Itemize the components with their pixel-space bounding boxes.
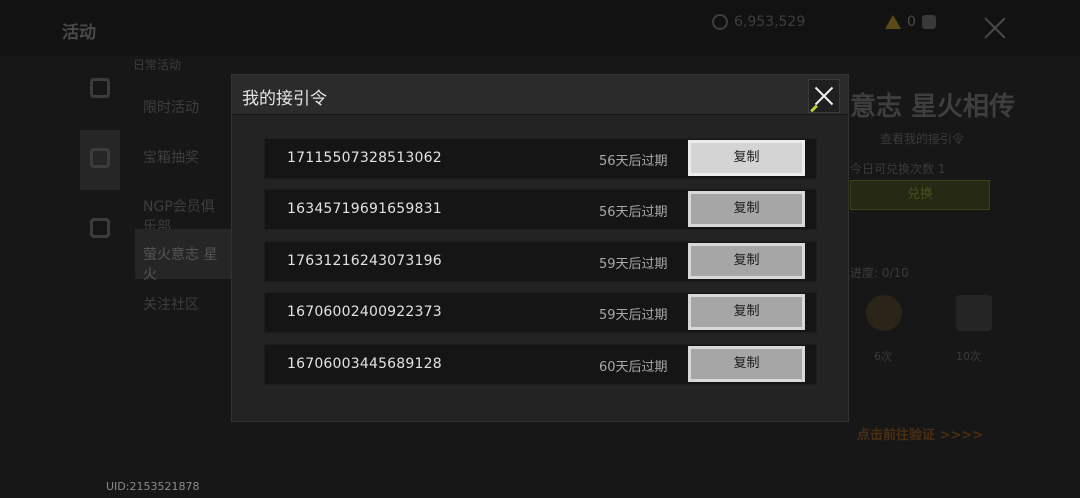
currency-display: 6,953,529: [712, 14, 805, 30]
view-codes-link[interactable]: 查看我的接引令: [880, 130, 964, 147]
sidebar-tab-triangle[interactable]: [80, 200, 120, 260]
reward-box-icon: [956, 295, 992, 331]
copy-button[interactable]: 复制: [688, 294, 805, 330]
sidebar-tab-badge[interactable]: [80, 60, 120, 120]
warning-icon: [885, 15, 901, 29]
code-row: 17631216243073196 59天后过期 复制: [264, 241, 817, 282]
code-row: 16706003445689128 60天后过期 复制: [264, 344, 817, 385]
banner-title: 意志 星火相传: [850, 92, 1016, 122]
expiry-text: 59天后过期: [599, 257, 668, 272]
menu-item[interactable]: NGP会员俱乐部: [135, 181, 235, 235]
page-close-icon[interactable]: [983, 16, 1007, 40]
gift-icon: [90, 148, 110, 168]
expiry-text: 60天后过期: [599, 360, 668, 375]
code-value: 16706002400922373: [287, 304, 442, 320]
uid-text: UID:2153521878: [106, 480, 200, 493]
verify-link[interactable]: 点击前往验证 >>>>: [857, 424, 983, 443]
dialog-title: 我的接引令: [242, 89, 327, 109]
add-icon[interactable]: [921, 15, 936, 29]
code-value: 17115507328513062: [287, 150, 442, 166]
menu-item[interactable]: 宝箱抽奖: [135, 132, 235, 182]
copy-button[interactable]: 复制: [688, 243, 805, 279]
section-label: 日常活动: [133, 58, 182, 72]
code-row: 16706002400922373 59天后过期 复制: [264, 292, 817, 333]
codes-dialog: 我的接引令 17115507328513062 56天后过期 复制 163457…: [231, 74, 849, 422]
menu-item[interactable]: 关注社区: [135, 279, 235, 329]
warning-count: 0: [907, 14, 916, 30]
code-value: 16345719691659831: [287, 201, 442, 217]
code-row: 16345719691659831 56天后过期 复制: [264, 189, 817, 230]
close-icon[interactable]: [808, 79, 840, 113]
menu-item[interactable]: 限时活动: [135, 82, 235, 132]
warning-display: 0: [885, 14, 936, 30]
expiry-text: 56天后过期: [599, 205, 668, 220]
currency-value: 6,953,529: [734, 14, 806, 30]
expiry-text: 56天后过期: [599, 154, 668, 169]
copy-button[interactable]: 复制: [688, 346, 805, 382]
triangle-icon: [90, 218, 110, 238]
redeem-button[interactable]: 兑换: [850, 180, 990, 210]
sidebar-tab-gift[interactable]: [80, 130, 120, 190]
code-row: 17115507328513062 56天后过期 复制: [264, 138, 817, 179]
progress-text: 进度: 0/10: [850, 266, 909, 280]
copy-button[interactable]: 复制: [688, 191, 805, 227]
redeem-count: 今日可兑换次数 1: [850, 162, 946, 176]
badge-icon: [90, 78, 110, 98]
currency-icon: [712, 14, 728, 30]
reward-label: 6次: [874, 350, 892, 363]
menu-item-selected[interactable]: 萤火意志 星火: [135, 229, 235, 283]
reward-label: 10次: [956, 350, 981, 363]
reward-coin-icon: [866, 295, 902, 331]
code-value: 17631216243073196: [287, 253, 442, 269]
close-accent: [810, 104, 818, 113]
code-value: 16706003445689128: [287, 356, 442, 372]
dialog-header: 我的接引令: [232, 75, 848, 115]
expiry-text: 59天后过期: [599, 308, 668, 323]
copy-button[interactable]: 复制: [688, 140, 805, 176]
page-title: 活动: [62, 23, 96, 43]
